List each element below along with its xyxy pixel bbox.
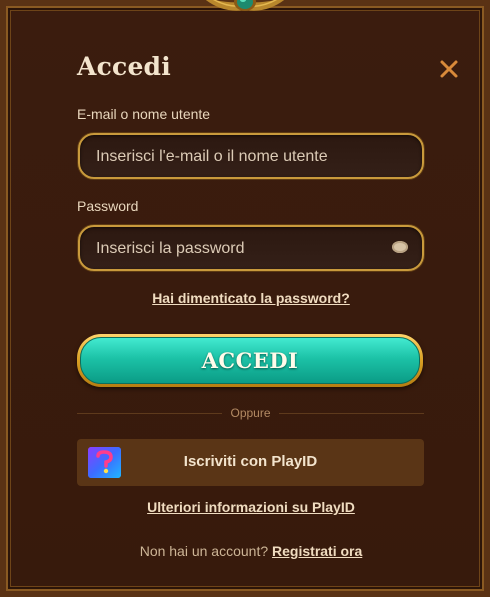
email-field-container [78,133,424,179]
divider-line-right [279,413,424,414]
close-icon[interactable] [436,56,462,82]
password-field[interactable] [94,227,378,271]
register-link[interactable]: Registrati ora [272,543,362,559]
password-field-container [78,225,424,271]
email-field[interactable] [94,135,378,179]
register-row: Non hai un account? Registrati ora [6,543,490,559]
playid-signup-button[interactable]: Iscriviti con PlayID [77,439,424,486]
forgot-password-link[interactable]: Hai dimenticato la password? [6,290,490,306]
eye-icon[interactable] [392,241,408,253]
playid-more-info-link[interactable]: Ulteriori informazioni su PlayID [6,499,490,515]
email-label: E-mail o nome utente [77,106,211,122]
dialog-title: Accedi [77,52,171,81]
divider: Oppure [77,404,424,424]
register-prompt: Non hai un account? [139,543,269,559]
login-dialog: Accedi E-mail o nome utente Password Hai… [0,0,490,597]
login-button-label: ACCEDI [80,337,420,384]
login-button[interactable]: ACCEDI [77,334,423,387]
top-ornament-icon [205,0,285,11]
playid-signup-label: Iscriviti con PlayID [183,453,318,470]
password-label: Password [77,198,139,214]
